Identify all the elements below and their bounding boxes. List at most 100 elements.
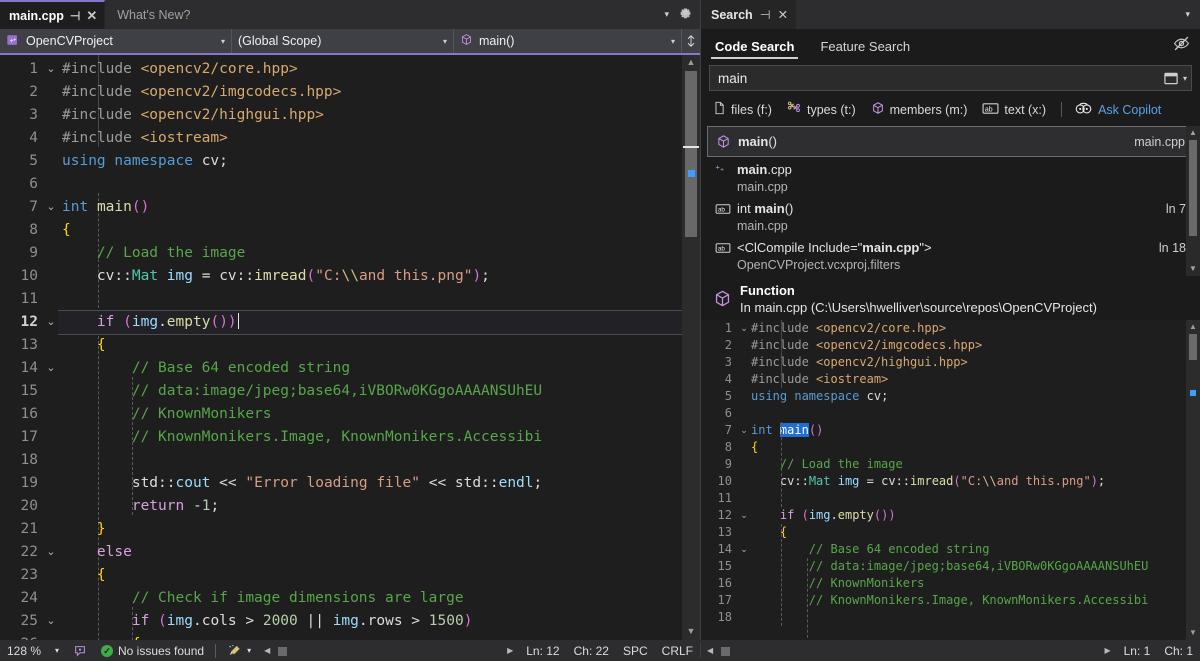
scroll-down-arrow[interactable]: ▼ bbox=[1189, 626, 1197, 640]
search-result[interactable]: ++main.cppmain.cpp bbox=[707, 159, 1194, 198]
code-line[interactable] bbox=[58, 173, 682, 196]
fold-toggle-icon[interactable]: ⌄ bbox=[737, 507, 751, 524]
fold-toggle-icon[interactable]: ⌄ bbox=[737, 320, 751, 337]
code-area[interactable]: #include <opencv2/core.hpp>#include <ope… bbox=[58, 55, 682, 640]
scroll-right-arrow[interactable]: ▶ bbox=[1098, 646, 1116, 655]
fold-toggle-icon[interactable]: ⌄ bbox=[44, 357, 58, 380]
fold-toggle-icon[interactable]: ⌄ bbox=[44, 541, 58, 564]
results-scrollbar[interactable]: ▲▼ bbox=[1186, 126, 1200, 276]
code-line[interactable]: std::cout << "Error loading file" << std… bbox=[58, 472, 682, 495]
preview-vertical-scrollbar[interactable]: ▲ ▼ bbox=[1186, 320, 1200, 640]
filter-files[interactable]: files (f:) bbox=[713, 101, 772, 118]
preview-code-view[interactable]: 123456789101112131415161718 ⌄⌄⌄⌄ #includ… bbox=[701, 320, 1200, 640]
preview-code-area[interactable]: #include <opencv2/core.hpp> #include <ope… bbox=[751, 320, 1186, 640]
preview-code-line[interactable]: // data:image/jpeg;base64,iVBORw0KGgoAAA… bbox=[751, 558, 1186, 575]
preview-code-line[interactable]: #include <opencv2/highgui.hpp> bbox=[751, 354, 1186, 371]
code-line[interactable]: #include <opencv2/imgcodecs.hpp> bbox=[58, 81, 682, 104]
preview-code-line[interactable]: if (img.empty()) bbox=[751, 507, 1186, 524]
scroll-down-arrow[interactable]: ▼ bbox=[1189, 262, 1197, 276]
chevron-down-icon[interactable]: ▾ bbox=[247, 646, 251, 655]
code-line[interactable]: if (img.empty()) bbox=[58, 311, 682, 334]
code-line[interactable]: if (img.cols > 2000 || img.rows > 1500) bbox=[58, 610, 682, 633]
code-line[interactable]: #include <opencv2/core.hpp> bbox=[58, 58, 682, 81]
code-line[interactable]: // Load the image bbox=[58, 242, 682, 265]
hscroll-track[interactable] bbox=[276, 643, 501, 658]
code-line[interactable]: #include <opencv2/highgui.hpp> bbox=[58, 104, 682, 127]
tab-code-search[interactable]: Code Search bbox=[711, 33, 798, 59]
indentation-mode[interactable]: SPC bbox=[616, 644, 655, 658]
scroll-up-arrow[interactable]: ▲ bbox=[687, 55, 696, 71]
scroll-track[interactable] bbox=[682, 71, 700, 624]
search-result-row[interactable]: ab<ClCompile Include="main.cpp">ln 18 bbox=[707, 237, 1194, 258]
search-input-value[interactable]: main bbox=[718, 71, 1163, 86]
search-result-row[interactable]: abint main()ln 7 bbox=[707, 198, 1194, 219]
ask-copilot-button[interactable]: Ask Copilot bbox=[1075, 101, 1161, 118]
close-icon[interactable]: ✕ bbox=[86, 9, 97, 22]
preview-code-line[interactable]: int main() bbox=[751, 422, 1186, 439]
chevron-down-icon[interactable]: ▾ bbox=[433, 37, 447, 46]
tab-main-cpp[interactable]: main.cpp ⊣ ✕ bbox=[0, 0, 105, 29]
preview-code-line[interactable]: { bbox=[751, 524, 1186, 541]
pin-icon[interactable]: ⊣ bbox=[70, 10, 80, 22]
code-line[interactable]: { bbox=[58, 633, 682, 640]
fold-toggle-icon[interactable]: ⌄ bbox=[44, 610, 58, 633]
chevron-down-icon[interactable]: ▾ bbox=[1183, 74, 1187, 83]
search-result[interactable]: abint main()ln 7main.cpp bbox=[707, 198, 1194, 237]
filter-types[interactable]: types (t:) bbox=[787, 101, 856, 118]
preview-code-line[interactable]: { bbox=[751, 439, 1186, 456]
scroll-track[interactable] bbox=[1186, 334, 1200, 626]
search-results-list[interactable]: main()main.cpp++main.cppmain.cppabint ma… bbox=[701, 126, 1200, 276]
editor-vertical-scrollbar[interactable]: ▲ ▼ bbox=[682, 55, 700, 640]
function-dropdown[interactable]: main() ▾ bbox=[454, 29, 682, 53]
preview-code-line[interactable]: // KnownMonikers bbox=[751, 575, 1186, 592]
code-line[interactable]: } bbox=[58, 518, 682, 541]
scroll-up-arrow[interactable]: ▲ bbox=[1189, 320, 1197, 334]
preview-code-line[interactable]: // Base 64 encoded string bbox=[751, 541, 1186, 558]
scroll-down-arrow[interactable]: ▼ bbox=[687, 624, 696, 640]
scroll-thumb[interactable] bbox=[685, 71, 697, 237]
tab-feature-search[interactable]: Feature Search bbox=[816, 33, 914, 59]
preview-code-line[interactable]: using namespace cv; bbox=[751, 388, 1186, 405]
search-result-row[interactable]: main()main.cpp bbox=[707, 126, 1194, 157]
issues-status[interactable]: ✓ No issues found bbox=[94, 644, 211, 658]
preview-horizontal-scrollbar[interactable]: ◀ ▶ bbox=[701, 643, 1117, 658]
scroll-up-arrow[interactable]: ▲ bbox=[1189, 126, 1197, 140]
scroll-left-arrow[interactable]: ◀ bbox=[258, 646, 276, 655]
preview-fold-gutter[interactable]: ⌄⌄⌄⌄ bbox=[737, 320, 751, 640]
scroll-right-arrow[interactable]: ▶ bbox=[501, 646, 519, 655]
code-line[interactable]: return -1; bbox=[58, 495, 682, 518]
code-editor[interactable]: 1234567891011121314151617181920212223242… bbox=[0, 55, 700, 640]
code-line[interactable]: // Check if image dimensions are large bbox=[58, 587, 682, 610]
code-line[interactable]: { bbox=[58, 219, 682, 242]
preview-code-line[interactable]: cv::Mat img = cv::imread("C:\\and this.p… bbox=[751, 473, 1186, 490]
line-ending-mode[interactable]: CRLF bbox=[655, 644, 700, 658]
code-line[interactable]: // KnownMonikers bbox=[58, 403, 682, 426]
filter-members[interactable]: members (m:) bbox=[871, 101, 968, 118]
code-line[interactable]: { bbox=[58, 564, 682, 587]
project-dropdown[interactable]: ++ OpenCVProject ▾ bbox=[0, 29, 232, 53]
search-layout-button[interactable]: ▾ bbox=[1163, 71, 1187, 86]
tab-whats-new[interactable]: What's New? bbox=[105, 0, 204, 29]
search-result-row[interactable]: ++main.cpp bbox=[707, 159, 1194, 180]
code-line[interactable]: { bbox=[58, 334, 682, 357]
toggle-preview-icon[interactable] bbox=[1173, 35, 1190, 57]
feedback-button[interactable] bbox=[66, 644, 94, 658]
code-line[interactable]: #include <iostream> bbox=[58, 127, 682, 150]
preview-code-line[interactable]: #include <opencv2/core.hpp> bbox=[751, 320, 1186, 337]
search-tool-tab[interactable]: Search ⊣ ✕ bbox=[701, 0, 796, 29]
filter-text[interactable]: ab text (x:) bbox=[982, 102, 1046, 118]
chevron-down-icon[interactable]: ▾ bbox=[211, 37, 225, 46]
code-line[interactable]: // Base 64 encoded string bbox=[58, 357, 682, 380]
preview-code-line[interactable]: #include <iostream> bbox=[751, 371, 1186, 388]
close-icon[interactable]: ✕ bbox=[778, 7, 788, 22]
code-line[interactable]: else bbox=[58, 541, 682, 564]
scroll-thumb[interactable] bbox=[1189, 334, 1197, 360]
search-result[interactable]: main()main.cpp bbox=[707, 126, 1194, 157]
code-line[interactable]: cv::Mat img = cv::imread("C:\\and this.p… bbox=[58, 265, 682, 288]
fold-toggle-icon[interactable]: ⌄ bbox=[737, 541, 751, 558]
fold-toggle-icon[interactable]: ⌄ bbox=[44, 311, 58, 334]
code-line[interactable] bbox=[58, 288, 682, 311]
chevron-down-icon[interactable]: ▾ bbox=[1185, 0, 1200, 29]
preview-code-line[interactable] bbox=[751, 609, 1186, 626]
scroll-track[interactable] bbox=[1186, 140, 1200, 262]
